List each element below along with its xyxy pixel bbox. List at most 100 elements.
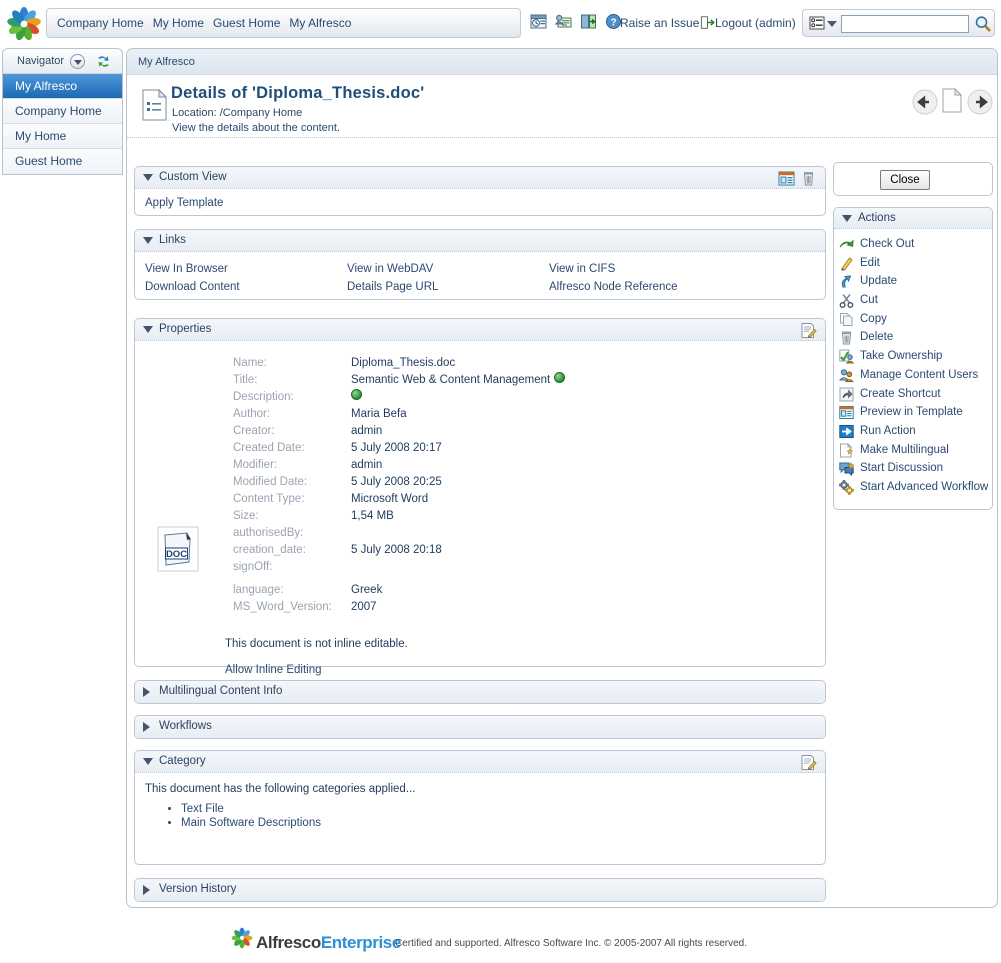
alfresco-node-reference-link[interactable]: Alfresco Node Reference bbox=[549, 281, 677, 293]
raise-an-issue-link[interactable]: Raise an Issue bbox=[620, 16, 699, 30]
schedule-icon[interactable] bbox=[530, 13, 547, 30]
actions-title: Actions bbox=[858, 212, 896, 224]
close-panel: Close bbox=[833, 162, 993, 196]
workflows-header[interactable]: Workflows bbox=[135, 716, 825, 738]
action-start-discussion[interactable]: Start Discussion bbox=[834, 459, 992, 478]
exit-door-icon[interactable] bbox=[580, 13, 597, 30]
sidebar-item-label: Company Home bbox=[15, 104, 102, 118]
preview-template-icon bbox=[839, 405, 854, 420]
refresh-icon[interactable] bbox=[95, 53, 112, 70]
action-label: Copy bbox=[860, 312, 887, 325]
nav-my-home[interactable]: My Home bbox=[153, 16, 204, 30]
action-label: Update bbox=[860, 275, 898, 288]
sidebar-item-label: Guest Home bbox=[15, 154, 83, 168]
category-header[interactable]: Category bbox=[135, 751, 825, 773]
category-intro: This document has the following categori… bbox=[145, 783, 416, 795]
trash-icon[interactable] bbox=[800, 170, 817, 187]
action-check-out[interactable]: Check Out bbox=[834, 235, 992, 254]
list-item: Main Software Descriptions bbox=[181, 817, 815, 829]
expand-triangle-right-icon[interactable] bbox=[143, 687, 150, 697]
property-label: Size: bbox=[233, 510, 259, 522]
sidebar-item-guest-home[interactable]: Guest Home bbox=[3, 149, 122, 174]
close-button[interactable]: Close bbox=[880, 170, 930, 190]
edit-category-icon[interactable] bbox=[800, 754, 817, 771]
multilingual-title: Multilingual Content Info bbox=[159, 685, 283, 697]
view-in-webdav-link[interactable]: View in WebDAV bbox=[347, 263, 433, 275]
action-cut[interactable]: Cut bbox=[834, 291, 992, 310]
property-label: MS_Word_Version: bbox=[233, 601, 332, 613]
sidebar-item-label: My Alfresco bbox=[15, 79, 78, 93]
links-column-3: View in CIFS Alfresco Node Reference bbox=[549, 263, 751, 299]
next-item-button[interactable] bbox=[967, 89, 993, 115]
preview-template-icon[interactable] bbox=[778, 170, 795, 187]
property-value: 5 July 2008 20:18 bbox=[351, 544, 442, 556]
allow-inline-editing-link[interactable]: Allow Inline Editing bbox=[225, 664, 322, 676]
sidebar-item-company-home[interactable]: Company Home bbox=[3, 99, 122, 124]
collapse-triangle-down-icon[interactable] bbox=[842, 215, 852, 222]
current-page-icon[interactable] bbox=[942, 87, 963, 113]
property-label: signOff: bbox=[233, 561, 273, 573]
page-header: Details of 'Diploma_Thesis.doc' Location… bbox=[127, 76, 997, 138]
property-label: authorisedBy: bbox=[233, 527, 304, 539]
action-edit[interactable]: Edit bbox=[834, 254, 992, 273]
view-in-cifs-link[interactable]: View in CIFS bbox=[549, 263, 615, 275]
logout-link[interactable]: Logout (admin) bbox=[715, 16, 796, 30]
custom-view-header[interactable]: Custom View bbox=[135, 167, 825, 189]
svg-text:?: ? bbox=[611, 17, 617, 28]
collapse-triangle-down-icon[interactable] bbox=[143, 237, 153, 244]
action-create-shortcut[interactable]: Create Shortcut bbox=[834, 385, 992, 404]
properties-header[interactable]: Properties bbox=[135, 319, 825, 341]
nav-guest-home[interactable]: Guest Home bbox=[213, 16, 280, 30]
search-options-chevron-down-icon[interactable] bbox=[827, 21, 837, 27]
previous-item-button[interactable] bbox=[912, 89, 938, 115]
expand-triangle-right-icon[interactable] bbox=[143, 722, 150, 732]
multilingual-header[interactable]: Multilingual Content Info bbox=[135, 681, 825, 703]
breadcrumb[interactable]: My Alfresco bbox=[138, 56, 195, 68]
collapse-triangle-down-icon[interactable] bbox=[143, 174, 153, 181]
footer-brand-sub: Enterprise bbox=[320, 933, 401, 952]
action-run-action[interactable]: Run Action bbox=[834, 422, 992, 441]
action-copy[interactable]: Copy bbox=[834, 310, 992, 329]
sidebar-item-my-alfresco[interactable]: My Alfresco bbox=[3, 74, 122, 99]
collapse-triangle-down-icon[interactable] bbox=[143, 326, 153, 333]
page-subtitle: View the details about the content. bbox=[172, 122, 340, 134]
collapse-triangle-down-icon[interactable] bbox=[143, 758, 153, 765]
action-label: Start Advanced Workflow bbox=[860, 480, 989, 493]
sidebar-item-my-home[interactable]: My Home bbox=[3, 124, 122, 149]
workflows-panel: Workflows bbox=[134, 715, 826, 739]
action-label: Cut bbox=[860, 294, 878, 307]
actions-header[interactable]: Actions bbox=[834, 208, 992, 229]
action-preview-in-template[interactable]: Preview in Template bbox=[834, 403, 992, 422]
action-update[interactable]: Update bbox=[834, 272, 992, 291]
action-delete[interactable]: Delete bbox=[834, 328, 992, 347]
user-details-icon[interactable] bbox=[554, 13, 572, 30]
property-value: Microsoft Word bbox=[351, 493, 429, 505]
expand-triangle-right-icon[interactable] bbox=[143, 885, 150, 895]
multilingual-globe-icon[interactable] bbox=[554, 372, 566, 383]
search-options-icon[interactable] bbox=[809, 15, 825, 31]
action-manage-content-users[interactable]: Manage Content Users bbox=[834, 366, 992, 385]
modify-properties-icon[interactable] bbox=[800, 322, 817, 339]
view-in-browser-link[interactable]: View In Browser bbox=[145, 263, 228, 275]
update-arrow-icon bbox=[839, 274, 854, 289]
property-label: Description: bbox=[233, 391, 294, 403]
multilingual-globe-icon[interactable] bbox=[351, 389, 362, 400]
nav-company-home[interactable]: Company Home bbox=[57, 16, 144, 30]
main-nav-bar: Company Home My Home Guest Home My Alfresco bbox=[46, 8, 521, 38]
property-value: Greek bbox=[351, 584, 383, 596]
custom-view-title: Custom View bbox=[159, 171, 227, 183]
search-icon[interactable] bbox=[973, 14, 993, 34]
apply-template-link[interactable]: Apply Template bbox=[145, 197, 223, 209]
property-label: Modified Date: bbox=[233, 476, 308, 488]
version-history-header[interactable]: Version History bbox=[135, 879, 825, 901]
action-take-ownership[interactable]: Take Ownership bbox=[834, 347, 992, 366]
navigator-chevron-down-icon[interactable] bbox=[70, 54, 85, 69]
links-header[interactable]: Links bbox=[135, 230, 825, 252]
search-input[interactable] bbox=[841, 15, 969, 33]
action-start-advanced-workflow[interactable]: Start Advanced Workflow bbox=[834, 478, 992, 497]
action-make-multilingual[interactable]: Make Multilingual bbox=[834, 441, 992, 460]
download-content-link[interactable]: Download Content bbox=[145, 281, 240, 293]
action-label: Manage Content Users bbox=[860, 368, 979, 381]
nav-my-alfresco[interactable]: My Alfresco bbox=[289, 16, 351, 30]
details-page-url-link[interactable]: Details Page URL bbox=[347, 281, 438, 293]
